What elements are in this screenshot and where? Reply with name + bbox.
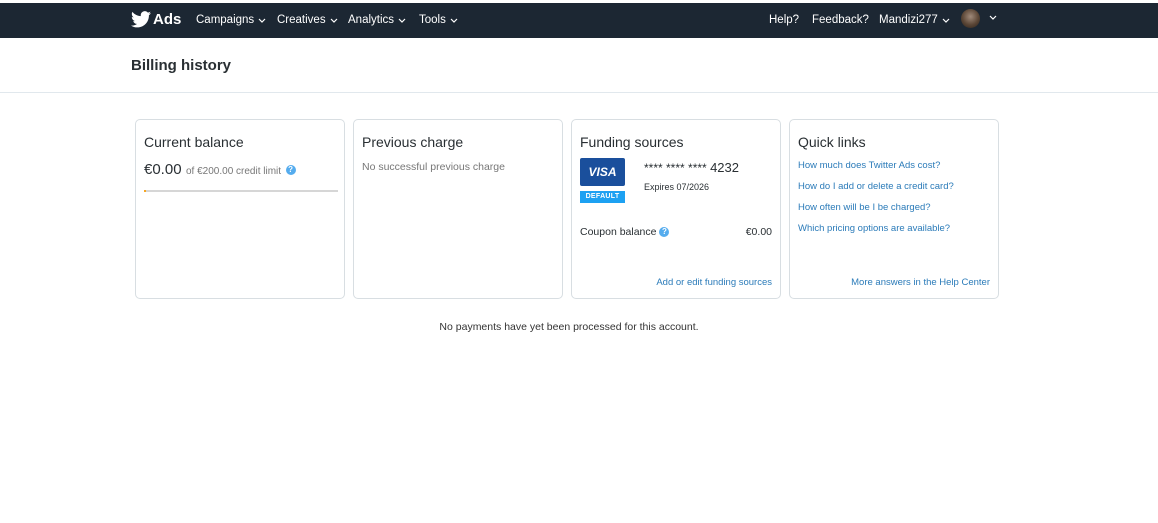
help-center-link[interactable]: More answers in the Help Center [851, 277, 990, 288]
quick-link-ads-cost[interactable]: How much does Twitter Ads cost? [798, 161, 954, 171]
username-label: Mandizi277 [879, 14, 938, 26]
chevron-down-icon [989, 15, 997, 20]
help-label: Help? [769, 14, 800, 26]
funding-sources-card: Funding sources VISA DEFAULT **** **** *… [571, 119, 781, 299]
coupon-balance-label: Coupon balance ? [580, 226, 670, 238]
balance-amount: €0.00 [144, 161, 182, 178]
coupon-label-text: Coupon balance [580, 226, 657, 238]
credit-usage-fill [144, 190, 146, 192]
twitter-bird-icon [131, 11, 151, 28]
profile-menu-toggle[interactable] [985, 14, 997, 20]
nav-menu-label: Campaigns [196, 14, 255, 26]
quick-link-credit-card[interactable]: How do I add or delete a credit card? [798, 182, 954, 192]
chevron-down-icon [258, 18, 266, 23]
nav-menu-analytics[interactable]: Analytics [348, 14, 406, 26]
credit-limit-text: of €200.00 credit limit [186, 166, 282, 177]
chevron-down-icon [398, 18, 406, 23]
quick-link-charge-frequency[interactable]: How often will be I be charged? [798, 203, 954, 213]
nav-menu-label: Creatives [277, 14, 326, 26]
nav-menu-label: Tools [419, 14, 446, 26]
help-link[interactable]: Help? [769, 14, 799, 26]
top-nav-bar: Ads Campaigns Creatives Analytics Tools … [0, 3, 1158, 38]
chevron-down-icon [942, 18, 950, 23]
current-balance-card: Current balance €0.00 of €200.00 credit … [135, 119, 345, 299]
card-title: Previous charge [362, 134, 464, 150]
twitter-ads-logo[interactable]: Ads [131, 11, 181, 28]
edit-funding-sources-link[interactable]: Add or edit funding sources [656, 277, 772, 288]
nav-menu-creatives[interactable]: Creatives [277, 14, 338, 26]
card-number: **** **** **** 4232 [644, 160, 739, 175]
nav-menu-label: Analytics [348, 14, 395, 26]
brand-label: Ads [153, 11, 182, 28]
quick-links-list: How much does Twitter Ads cost? How do I… [798, 161, 954, 245]
account-menu[interactable]: Mandizi277 [879, 14, 950, 26]
feedback-link[interactable]: Feedback? [812, 14, 869, 26]
feedback-label: Feedback? [812, 14, 869, 26]
default-badge: DEFAULT [580, 191, 625, 203]
nav-menu-campaigns[interactable]: Campaigns [196, 14, 266, 26]
card-expiry: Expires 07/2026 [644, 182, 710, 192]
page-title: Billing history [131, 57, 232, 74]
quick-links-card: Quick links How much does Twitter Ads co… [789, 119, 999, 299]
empty-state: No payments have yet been processed for … [0, 321, 1158, 333]
visa-card-icon: VISA [580, 158, 625, 186]
chevron-down-icon [450, 18, 458, 23]
masked-digits: **** **** **** [644, 161, 707, 175]
coupon-balance-value: €0.00 [745, 226, 772, 238]
empty-state-message: No payments have yet been processed for … [439, 321, 699, 333]
quick-link-pricing-options[interactable]: Which pricing options are available? [798, 224, 954, 234]
card-title: Quick links [798, 134, 866, 150]
credit-usage-bar [144, 190, 338, 192]
chevron-down-icon [330, 18, 338, 23]
card-title: Current balance [144, 134, 244, 150]
help-icon[interactable]: ? [659, 227, 670, 238]
card-last4: 4232 [710, 160, 739, 175]
previous-charge-card: Previous charge No successful previous c… [353, 119, 563, 299]
help-icon[interactable]: ? [285, 164, 296, 175]
page-header: Billing history [0, 38, 1158, 93]
avatar[interactable] [961, 9, 980, 28]
card-title: Funding sources [580, 134, 684, 150]
balance-summary: €0.00 of €200.00 credit limit ? [144, 161, 296, 179]
nav-menu-tools[interactable]: Tools [419, 14, 458, 26]
previous-charge-text: No successful previous charge [362, 161, 505, 173]
